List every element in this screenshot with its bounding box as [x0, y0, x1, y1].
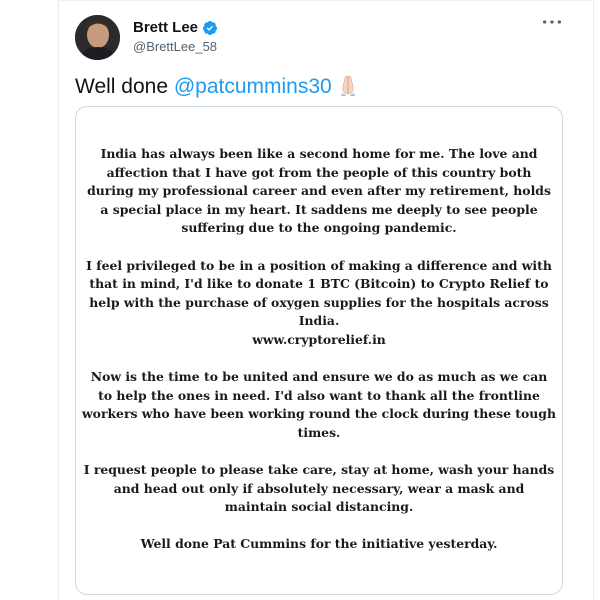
media-image-card[interactable]: India has always been like a second home… [75, 106, 563, 595]
verified-badge-icon [202, 20, 218, 36]
avatar[interactable] [75, 15, 120, 60]
statement-paragraph: Now is the time to be united and ensure … [82, 369, 556, 440]
tweet-text: Well done @patcummins30 [75, 74, 358, 99]
author-name-row[interactable]: Brett Lee [133, 19, 218, 36]
author-handle[interactable]: @BrettLee_58 [133, 39, 217, 54]
statement-text: India has always been like a second home… [76, 145, 562, 573]
author-display-name[interactable]: Brett Lee [133, 19, 198, 36]
more-horizontal-icon[interactable] [540, 17, 564, 33]
tweet-text-prefix: Well done [75, 75, 174, 98]
statement-paragraph: I request people to please take care, st… [83, 462, 555, 515]
timeline-left-border [58, 0, 59, 600]
statement-link: www.cryptorelief.in [252, 331, 386, 347]
folded-hands-icon [338, 74, 358, 96]
timeline-right-border [593, 0, 594, 600]
tweet-top-border [58, 0, 594, 1]
mention-link[interactable]: @patcummins30 [174, 75, 332, 98]
statement-paragraph: India has always been like a second home… [87, 146, 551, 236]
statement-paragraph: Well done Pat Cummins for the initiative… [140, 536, 498, 552]
statement-paragraph: I feel privileged to be in a position of… [86, 257, 552, 329]
